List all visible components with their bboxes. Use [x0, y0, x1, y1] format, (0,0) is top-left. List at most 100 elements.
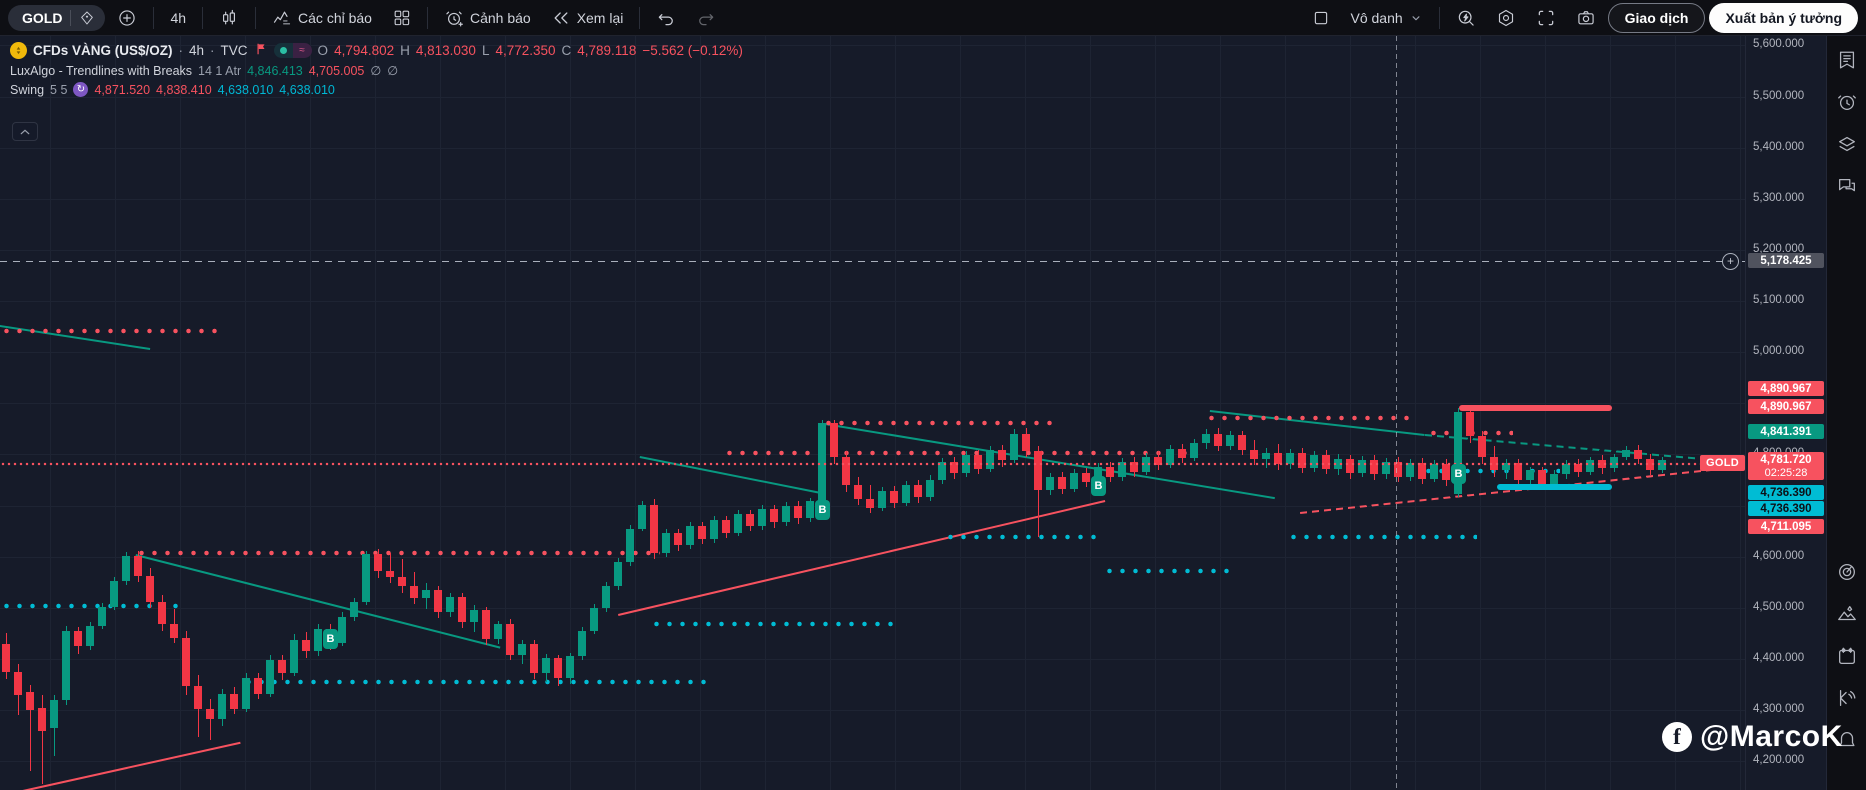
ideas-icon[interactable]	[1833, 600, 1861, 628]
quick-search-button[interactable]	[1448, 4, 1484, 32]
watermark-handle: @MarcoK	[1700, 720, 1843, 753]
gridline-v	[700, 36, 701, 790]
gridline-v	[505, 36, 506, 790]
alert-button[interactable]: Cảnh báo	[436, 4, 539, 32]
scanner-icon[interactable]	[1833, 558, 1861, 586]
indicator-templates-button[interactable]	[384, 4, 419, 31]
symbol-legend-row[interactable]: CFDs VÀNG (US$/OZ) · 4h · TVC ≈ O 4,794.8…	[10, 40, 743, 61]
undo-button[interactable]	[648, 4, 684, 32]
publish-idea-button[interactable]: Xuất bản ý tưởng	[1709, 2, 1858, 33]
gridline-v	[1480, 36, 1481, 790]
gridline-v	[1350, 36, 1351, 790]
low-value: 4,772.350	[495, 43, 556, 58]
indicator-row-luxalgo[interactable]: LuxAlgo - Trendlines with Breaks 14 1 At…	[10, 61, 743, 80]
candle	[458, 596, 466, 623]
gold-coin-icon	[10, 42, 27, 59]
divider	[70, 9, 72, 26]
price-axis-label: 4,600.000	[1753, 549, 1805, 562]
gridline-v	[180, 36, 181, 790]
price-axis[interactable]: 5,600.000 5,500.000 5,400.000 5,300.000 5,20…	[1745, 36, 1827, 790]
candle	[1478, 436, 1486, 457]
gridline-v	[440, 36, 441, 790]
indicator-params: 5 5	[50, 82, 68, 97]
candle-wick	[389, 552, 391, 584]
candle	[518, 643, 526, 655]
candle	[1226, 434, 1234, 446]
candle	[590, 607, 598, 631]
candle	[242, 678, 250, 710]
user-menu-button[interactable]: Vô danh	[1342, 6, 1430, 30]
object-tree-icon[interactable]	[1833, 130, 1861, 158]
alert-price-line	[0, 261, 1745, 262]
candle	[626, 528, 634, 562]
candle	[494, 624, 502, 639]
candle	[1442, 464, 1450, 480]
price-axis-label: 5,000.000	[1753, 345, 1805, 358]
gridline-v	[960, 36, 961, 790]
camera-button[interactable]	[1568, 4, 1604, 32]
candle	[2, 643, 10, 672]
candle	[830, 423, 838, 457]
candle	[74, 630, 82, 647]
indicator-row-swing[interactable]: Swing 5 5 ↻ 4,871.520 4,838.410 4,638.01…	[10, 80, 743, 99]
indicators-button[interactable]: Các chỉ báo	[264, 4, 380, 32]
add-symbol-button[interactable]	[109, 4, 145, 32]
empty-set-value: ∅	[370, 64, 382, 78]
chat-icon[interactable]	[1833, 172, 1861, 200]
settings-button[interactable]	[1488, 4, 1524, 32]
chart-area[interactable]: B B B B + GOLD	[0, 36, 1745, 790]
swing-high-value: 4,871.520	[94, 82, 151, 97]
candle	[398, 577, 406, 587]
gridline-v	[895, 36, 896, 790]
candle	[1538, 470, 1546, 484]
divider	[202, 6, 204, 29]
dotted-level-line	[242, 679, 714, 686]
watermark: f @MarcoK	[1662, 720, 1843, 754]
gridline-h	[0, 301, 1745, 303]
add-alert-plus-icon[interactable]: +	[1722, 253, 1739, 270]
multichart-select-button[interactable]	[1304, 5, 1338, 31]
candle	[746, 513, 754, 527]
candle-style-button[interactable]	[211, 4, 247, 32]
gridline-v	[1025, 36, 1026, 790]
candle	[806, 500, 814, 519]
current-price-line	[0, 461, 1745, 466]
trade-button[interactable]: Giao dịch	[1607, 2, 1706, 33]
level-bar	[1497, 484, 1612, 490]
visibility-toggle[interactable]: ≈	[273, 43, 312, 58]
candle	[254, 678, 262, 694]
candle	[614, 561, 622, 587]
gridline-h	[0, 198, 1745, 200]
gridline-v	[115, 36, 116, 790]
candle	[602, 586, 610, 608]
candle	[1550, 474, 1558, 484]
alert-clock-icon[interactable]	[1833, 88, 1861, 116]
replay-button[interactable]: Xem lại	[543, 4, 632, 32]
legend-collapse-button[interactable]	[12, 122, 38, 141]
gridline-v	[1610, 36, 1611, 790]
chevron-down-icon	[1412, 15, 1420, 20]
symbol-search-button[interactable]: GOLD	[8, 4, 106, 31]
candle-wick	[209, 698, 211, 741]
interval-button[interactable]: 4h	[162, 6, 194, 30]
flag-icon[interactable]	[254, 42, 268, 59]
candle	[758, 508, 766, 527]
watchlist-icon[interactable]	[1833, 46, 1861, 74]
calendar-icon[interactable]	[1833, 642, 1861, 670]
candle	[1634, 449, 1642, 460]
candle	[86, 625, 94, 647]
swing-icon: ↻	[73, 82, 89, 97]
candle	[770, 508, 778, 523]
broadcast-icon[interactable]	[1833, 684, 1861, 712]
candle	[506, 624, 514, 655]
price-axis-label: 4,500.000	[1753, 600, 1805, 613]
price-axis-label: 4,300.000	[1753, 703, 1805, 716]
break-label: B	[1451, 463, 1466, 484]
candle	[482, 610, 490, 639]
close-value: 4,789.118	[577, 43, 637, 58]
candle	[1466, 411, 1474, 437]
fullscreen-button[interactable]	[1528, 4, 1564, 32]
indicator-name: Swing	[10, 82, 45, 97]
candle	[926, 479, 934, 498]
redo-button[interactable]	[688, 4, 724, 32]
